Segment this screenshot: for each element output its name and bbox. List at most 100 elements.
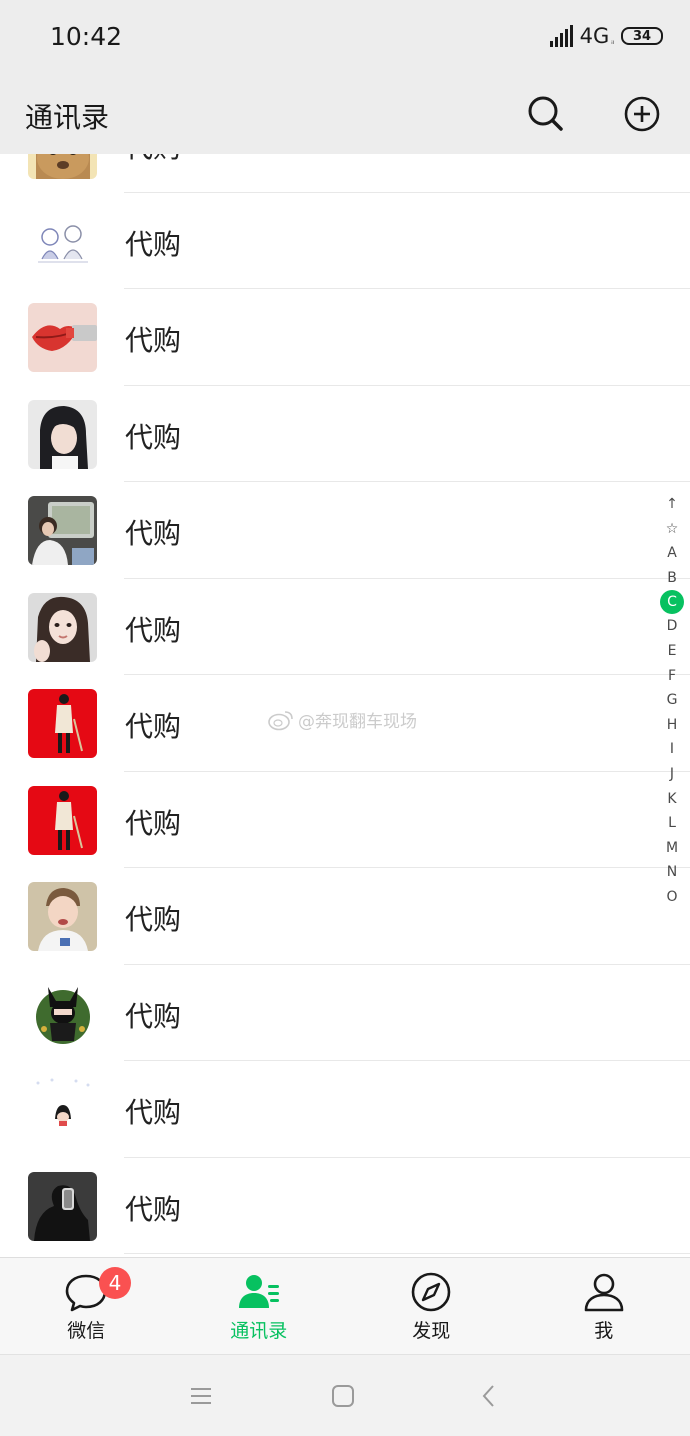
avatar [28,154,97,179]
page-title: 通讯录 [25,101,110,134]
boy-avatar [28,882,97,951]
contact-name: 代购 [125,1192,182,1226]
contacts-icon [238,1275,279,1308]
contact-row[interactable]: 代购 [0,482,690,579]
contact-name: 代购 [125,517,182,550]
contact-row[interactable]: 代购 [0,965,690,1062]
battery-icon: 34 [621,27,663,45]
index-letter[interactable]: F [660,664,684,689]
avatar [28,785,97,855]
cat-avatar [28,154,97,179]
status-indicators: 4G ᵢₗ 34 [549,24,663,48]
tab-label: 微信 [67,1320,106,1342]
index-letter[interactable]: A [660,541,684,566]
back-chevron-icon [482,1385,494,1407]
contact-row[interactable]: 代购 [0,1158,690,1255]
red-figure-avatar [28,785,97,855]
contact-row[interactable]: 代购 [0,772,690,869]
add-button[interactable] [620,92,664,136]
maruko-avatar [28,1075,97,1144]
index-letter[interactable]: M [660,836,684,861]
contact-name: 代购 [125,420,182,454]
index-letter[interactable]: J [660,762,684,787]
index-top[interactable]: ↑ [660,492,684,517]
avatar [28,399,97,469]
contact-row[interactable]: 代购 [0,193,690,290]
avatar [28,689,97,758]
home-button[interactable] [330,1383,356,1409]
index-letter[interactable]: E [660,639,684,664]
add-circle-icon [624,96,660,132]
index-letter[interactable]: K [660,787,684,812]
contact-row[interactable]: 代购 [0,675,690,772]
contact-name: 代购 [125,999,182,1033]
tab-label: 通讯录 [230,1320,288,1342]
tab-contacts[interactable]: 通讯录 [173,1258,346,1354]
back-button[interactable] [476,1383,502,1409]
top-bar: 通讯录 [0,78,690,154]
status-bar: 10:42 4G ᵢₗ 34 [0,0,690,78]
avatar [28,882,97,951]
contact-name: 代购 [125,227,182,261]
contact-row[interactable]: 代购 [0,289,690,386]
index-letter[interactable]: I [660,737,684,762]
network-type: 4G [579,24,610,48]
system-nav-bar [0,1354,690,1436]
tab-bar: 4 微信 通讯录 发现 我 [0,1257,690,1354]
contact-name: 代购 [125,324,182,357]
person-icon [584,1273,624,1312]
avatar [28,496,97,565]
contact-row[interactable]: 代购 [0,868,690,965]
compass-icon [411,1272,451,1312]
avatar [28,1075,97,1144]
tab-me[interactable]: 我 [518,1258,690,1354]
contact-row[interactable]: 代购 [0,386,690,483]
avatar [28,303,97,372]
avatar [28,1171,97,1241]
car-avatar [28,496,97,565]
dark-avatar [28,1171,97,1241]
index-letter-active[interactable]: C [660,590,684,615]
red-figure-avatar [28,689,97,758]
cat-mask-avatar [28,978,97,1048]
index-letter[interactable]: D [660,614,684,639]
status-time: 10:42 [50,22,123,51]
contact-list[interactable]: 代购 代购 代购 代购 代购 代购 代购 代购 代购 代购 代购 [0,154,690,1257]
selfie-avatar [28,592,97,662]
sketch-avatar [28,206,97,276]
lips-avatar [28,303,97,372]
index-letter[interactable]: B [660,566,684,591]
contact-name: 代购 [125,613,182,647]
avatar [28,206,97,276]
contact-name: 代购 [125,903,182,936]
index-letter[interactable]: O [660,885,684,910]
home-square-icon [332,1385,354,1407]
index-letter[interactable]: N [660,860,684,885]
index-letter[interactable]: H [660,713,684,738]
index-letter[interactable]: L [660,811,684,836]
avatar [28,592,97,662]
recent-apps-button[interactable] [188,1383,214,1409]
search-button[interactable] [524,92,568,136]
contact-name: 代购 [125,1096,182,1129]
girl-avatar [28,399,97,469]
index-letter[interactable]: G [660,688,684,713]
signal-icon [549,25,573,47]
unread-badge: 4 [99,1267,131,1299]
tab-label: 发现 [412,1320,451,1342]
avatar [28,978,97,1048]
contact-row[interactable]: 代购 [0,579,690,676]
contact-name: 代购 [125,154,181,166]
search-icon [528,96,563,131]
index-star[interactable]: ☆ [660,517,684,542]
contact-row[interactable]: 代购 [0,1061,690,1158]
tab-discover[interactable]: 发现 [345,1258,518,1354]
tab-chats[interactable]: 4 微信 [0,1258,173,1354]
tab-label: 我 [594,1320,614,1342]
contact-row[interactable]: 代购 [0,154,690,193]
contact-name: 代购 [125,806,182,840]
menu-icon [191,1388,211,1404]
contact-name: 代购 [125,710,182,743]
network-activity: ᵢₗ [611,36,614,46]
alphabet-index[interactable]: ↑ ☆ A B C D E F G H I J K L M N O [660,492,684,910]
